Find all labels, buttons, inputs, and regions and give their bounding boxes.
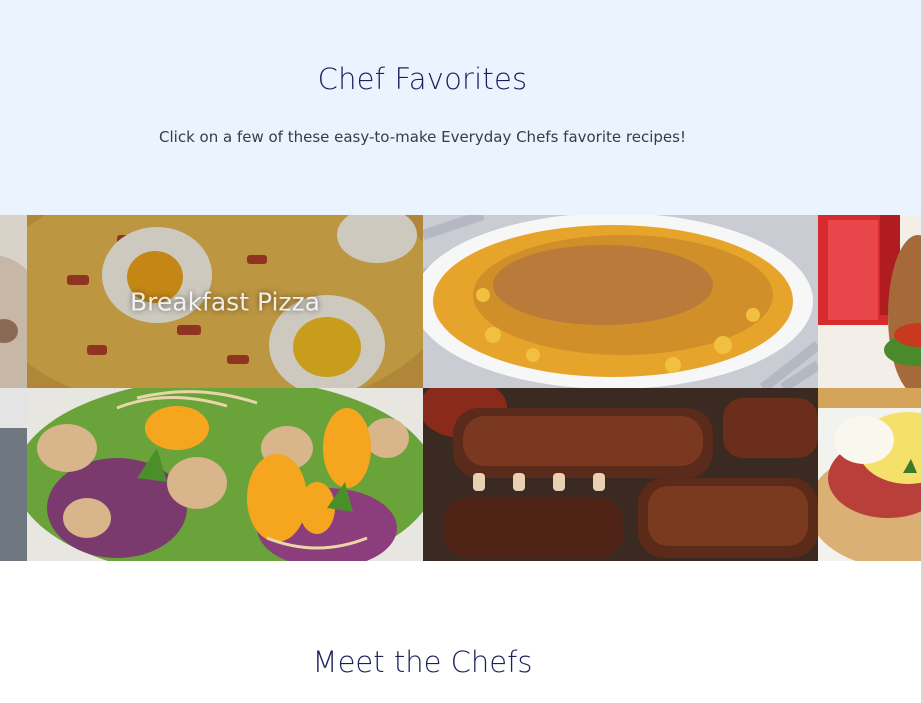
recipe-tile-asian-salad[interactable] (27, 388, 423, 561)
section-subtitle: Click on a few of these easy-to-make Eve… (159, 128, 686, 146)
meet-the-chefs-title: Meet the Chefs (312, 645, 533, 679)
section-title: Chef Favorites (317, 62, 528, 96)
recipe-gallery: Breakfast Pizza (0, 215, 923, 561)
recipe-tile-breakfast-pizza[interactable]: Breakfast Pizza (27, 215, 423, 388)
recipe-tile-partial-left-bottom[interactable] (0, 388, 27, 561)
chef-favorites-section: Chef Favorites Click on a few of these e… (0, 0, 923, 215)
recipe-tile-bbq-ribs[interactable] (423, 388, 818, 561)
recipe-tile-burger-drink[interactable] (818, 215, 923, 388)
recipe-tile-mac-and-cheese[interactable] (423, 215, 818, 388)
recipe-title-breakfast-pizza: Breakfast Pizza (130, 287, 320, 316)
recipe-tile-eggs-benedict[interactable] (818, 388, 923, 561)
recipe-tile-partial-left-top[interactable] (0, 215, 27, 388)
